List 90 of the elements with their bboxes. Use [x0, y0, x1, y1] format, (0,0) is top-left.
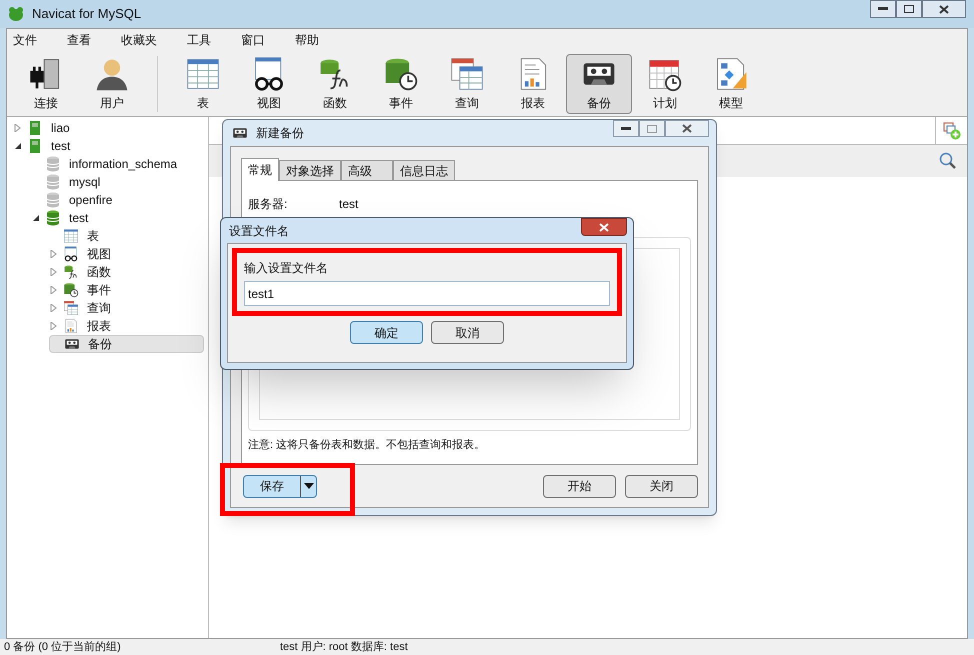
database-clock-icon [383, 56, 419, 92]
toolbar-button[interactable]: 报表 [500, 54, 566, 114]
tree-item[interactable]: 表 [49, 227, 204, 245]
dialog-title: 设置文件名 [229, 222, 289, 240]
status-text: test 用户: root 数据库: test [279, 640, 408, 654]
expand-arrow-icon[interactable] [50, 322, 58, 330]
dialog-tab[interactable]: 高级 [341, 160, 393, 180]
tree-item[interactable]: 报表 [49, 317, 204, 335]
toolbar-button[interactable]: 模型 [698, 54, 764, 114]
close-button[interactable] [581, 218, 627, 236]
note-text: 注意: 这将只备份表和数据。不包括查询和报表。 [248, 438, 486, 453]
menu-item[interactable]: 收藏夹 [121, 31, 157, 49]
toolbar-button[interactable]: 用户 [79, 54, 145, 114]
tree-item[interactable]: test [31, 209, 204, 227]
toolbar-button[interactable]: 备份 [566, 54, 632, 114]
tree-item[interactable]: test [13, 137, 204, 155]
database-icon [45, 210, 61, 226]
tree-item[interactable]: 视图 [49, 245, 204, 263]
dialog-tab[interactable]: 对象选择 [279, 160, 341, 180]
dialog-button[interactable]: 关闭 [625, 474, 698, 498]
report-icon [63, 318, 79, 334]
menu-item[interactable]: 帮助 [295, 31, 319, 49]
toolbar-button[interactable]: 计划 [632, 54, 698, 114]
menu-item[interactable]: 窗口 [241, 31, 265, 49]
query-table-icon [63, 300, 79, 316]
server-icon [27, 120, 43, 136]
table-icon [63, 228, 79, 244]
tree-item[interactable]: 事件 [49, 281, 204, 299]
tree-item[interactable]: mysql [31, 173, 204, 191]
tree-item[interactable]: 备份 [49, 335, 204, 353]
window-title: Navicat for MySQL [32, 5, 142, 24]
add-table-icon[interactable] [942, 122, 960, 140]
dialog-button[interactable]: 开始 [543, 474, 616, 498]
maximize-icon [647, 124, 657, 132]
toolbar-button[interactable]: 事件 [368, 54, 434, 114]
tree-item[interactable]: openfire [31, 191, 204, 209]
dialog-tab[interactable]: 信息日志 [393, 160, 455, 180]
menu-item[interactable]: 查看 [67, 31, 91, 49]
tree-item[interactable]: 函数 [49, 263, 204, 281]
expand-arrow-icon[interactable] [50, 268, 58, 276]
cassette-icon [232, 125, 248, 141]
menu-item[interactable]: 文件 [13, 31, 37, 49]
close-button[interactable] [922, 0, 966, 18]
dialog-tab[interactable]: 常规 [241, 158, 279, 181]
toolbar-button[interactable]: 查询 [434, 54, 500, 114]
collapse-arrow-icon[interactable] [14, 142, 22, 150]
close-icon [939, 4, 949, 14]
collapse-arrow-icon[interactable] [32, 214, 40, 222]
expand-arrow-icon[interactable] [50, 304, 58, 312]
tree-item[interactable]: information_schema [31, 155, 204, 173]
tree-item[interactable]: liao [13, 119, 204, 137]
expand-arrow-icon[interactable] [50, 286, 58, 294]
menu-item[interactable]: 工具 [187, 31, 211, 49]
minimize-icon [878, 7, 888, 11]
toolbar-button[interactable]: 视图 [236, 54, 302, 114]
minimize-button[interactable] [870, 0, 896, 18]
field-label: 服务器: [248, 196, 288, 213]
save-split-button[interactable]: 保存 [243, 474, 317, 498]
cassette-icon [64, 336, 80, 352]
minimize-button[interactable] [613, 120, 639, 137]
close-button[interactable] [665, 120, 709, 137]
function-icon [63, 264, 79, 280]
close-icon [682, 124, 692, 133]
dialog-button[interactable]: 确定 [350, 321, 423, 344]
glasses-icon [63, 246, 79, 262]
dialog-title: 新建备份 [256, 125, 304, 142]
toolbar-button[interactable]: 表 [170, 54, 236, 114]
close-icon [599, 222, 609, 232]
filename-field[interactable]: test1 [244, 281, 610, 306]
toolbar-button[interactable]: 连接 [13, 54, 79, 114]
status-text: 0 备份 (0 位于当前的组) [3, 640, 122, 654]
query-table-icon [449, 56, 485, 92]
database-icon [45, 174, 61, 190]
toolbar-button[interactable]: 函数 [302, 54, 368, 114]
server-icon [27, 138, 43, 154]
minimize-icon [621, 127, 631, 130]
field-value: test [339, 196, 358, 213]
search-icon[interactable] [939, 152, 957, 170]
app-logo-icon [8, 7, 24, 21]
tree-item[interactable]: 查询 [49, 299, 204, 317]
dropdown-arrow-icon[interactable] [304, 483, 314, 489]
database-icon [45, 192, 61, 208]
maximize-icon [904, 5, 914, 13]
database-icon [45, 156, 61, 172]
expand-arrow-icon[interactable] [14, 124, 22, 132]
dialog-button[interactable]: 取消 [431, 321, 504, 344]
maximize-button[interactable] [896, 0, 922, 18]
database-clock-icon [63, 282, 79, 298]
expand-arrow-icon[interactable] [50, 250, 58, 258]
prompt-label: 输入设置文件名 [244, 260, 329, 277]
